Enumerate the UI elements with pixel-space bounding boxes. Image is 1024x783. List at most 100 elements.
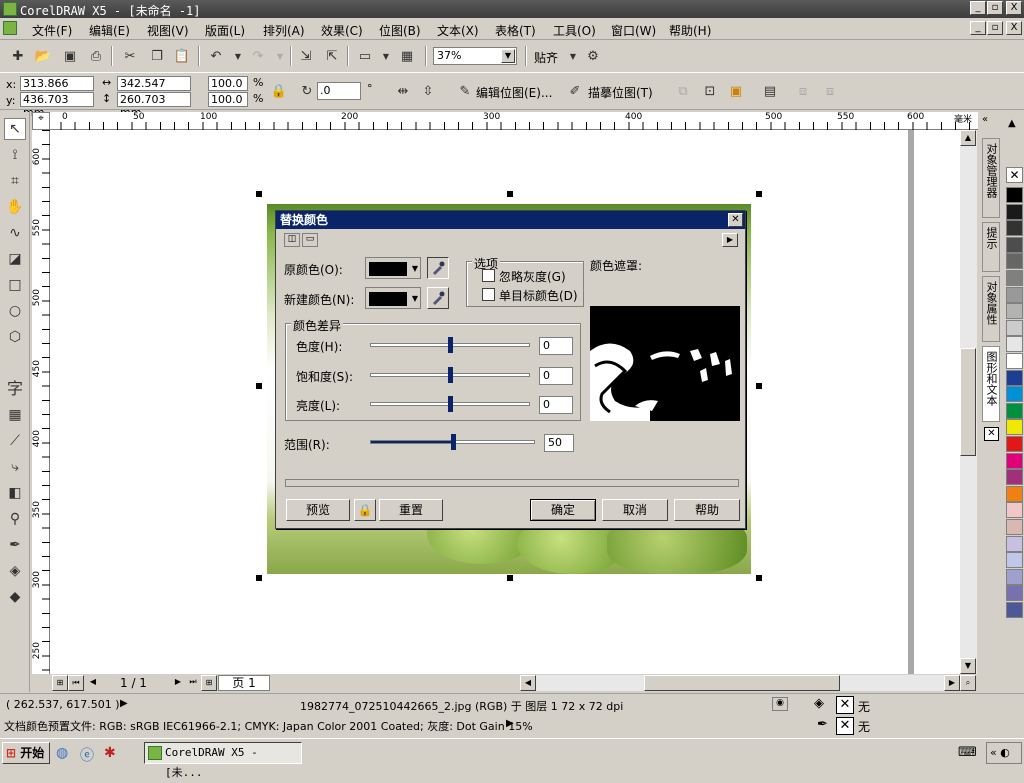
menu-view[interactable]: 视图(V) [147, 22, 189, 39]
keyboard-tray-icon[interactable]: ⌨ [958, 745, 977, 760]
pan-tool-icon[interactable]: ✋ [4, 196, 26, 218]
palette-swatch[interactable] [1006, 452, 1023, 469]
quicklaunch-ie-icon[interactable]: ⓔ [80, 745, 94, 765]
maximize-button[interactable]: ▫ [987, 1, 1003, 15]
fill-none-swatch[interactable]: ✕ [836, 696, 854, 714]
trace-bitmap-button[interactable]: 描摹位图(T) [588, 84, 653, 101]
palette-swatch[interactable] [1006, 386, 1023, 403]
table-tool-icon[interactable]: ▦ [4, 404, 26, 426]
doc-close-button[interactable]: X [1006, 21, 1022, 35]
quicklaunch-browser-icon[interactable]: ◍ [56, 745, 68, 761]
width-field[interactable]: 342.547 mm [117, 76, 191, 103]
palette-swatch[interactable] [1006, 519, 1023, 535]
selection-handle[interactable] [507, 575, 513, 581]
no-fill-swatch[interactable]: ✕ [1006, 167, 1023, 183]
close-docker-icon[interactable]: ✕ [984, 427, 999, 441]
last-page-icon[interactable]: ⏭ [185, 675, 201, 691]
menu-arrange[interactable]: 排列(A) [263, 22, 305, 39]
selection-handle[interactable] [756, 191, 762, 197]
selection-handle[interactable] [256, 383, 262, 389]
ignore-gray-checkbox[interactable] [482, 269, 495, 282]
menu-effects[interactable]: 效果(C) [321, 22, 363, 39]
first-page-icon[interactable]: ⏮ [68, 675, 84, 691]
interactive-fill-icon[interactable]: ◆ [4, 586, 26, 608]
ignore-gray-label[interactable]: 忽略灰度(G) [499, 268, 566, 285]
add-page-after-icon[interactable]: ⊞ [201, 675, 217, 691]
palette-swatch[interactable] [1006, 402, 1023, 419]
wrap-text-icon[interactable]: ▤ [760, 81, 780, 101]
paste-icon[interactable]: 📋 [172, 46, 192, 66]
slider-thumb[interactable] [448, 367, 453, 383]
x-position-field[interactable]: 313.866 mm [20, 76, 94, 103]
menu-help[interactable]: 帮助(H) [669, 22, 711, 39]
menu-bitmaps[interactable]: 位图(B) [379, 22, 421, 39]
ok-button[interactable]: 确定 [530, 499, 596, 521]
slider-thumb[interactable] [451, 434, 456, 450]
outline-tool-icon[interactable]: ✒ [4, 534, 26, 556]
shape-tool-icon[interactable]: ⟟ [4, 144, 26, 166]
palette-swatch[interactable] [1006, 585, 1023, 602]
palette-swatch[interactable] [1006, 369, 1023, 386]
blend-tool-icon[interactable]: ◧ [4, 482, 26, 504]
palette-swatch[interactable] [1006, 469, 1023, 486]
launcher-dropdown-icon[interactable]: ▼ [376, 46, 396, 66]
docker-tab-graphics-text[interactable]: 图形和文本 [982, 346, 1000, 422]
mirror-horizontal-icon[interactable]: ⇹ [393, 81, 413, 101]
scroll-up-icon[interactable]: ▲ [960, 130, 976, 146]
cut-icon[interactable]: ✂ [120, 46, 140, 66]
menu-edit[interactable]: 编辑(E) [89, 22, 130, 39]
palette-swatch[interactable] [1006, 535, 1023, 552]
freehand-tool-icon[interactable]: ∿ [4, 222, 26, 244]
new-document-icon[interactable]: ✚ [8, 46, 28, 66]
connector-tool-icon[interactable]: ⤷ [4, 456, 26, 478]
palette-swatch[interactable] [1006, 502, 1023, 519]
palette-swatch[interactable] [1006, 270, 1023, 286]
selection-handle[interactable] [756, 383, 762, 389]
height-field[interactable]: 260.703 mm [117, 92, 191, 119]
palette-swatch[interactable] [1006, 419, 1023, 436]
tray-expand-icon[interactable]: « ◐ [986, 742, 1022, 764]
save-icon[interactable]: ▣ [60, 46, 80, 66]
open-folder-icon[interactable]: 📂 [33, 46, 53, 66]
prev-page-icon[interactable]: ◀ [85, 675, 101, 691]
menu-layout[interactable]: 版面(L) [205, 22, 245, 39]
slider-thumb[interactable] [448, 337, 453, 353]
cancel-button[interactable]: 取消 [602, 499, 668, 521]
lock-preview-icon[interactable]: 🔒 [354, 499, 376, 521]
palette-swatch[interactable] [1006, 602, 1023, 618]
original-color-picker[interactable]: ▼ [365, 257, 421, 279]
bitmap-color-mask-icon[interactable]: ▣ [726, 81, 746, 101]
horizontal-scrollbar[interactable]: ◀ ▶ [520, 675, 960, 691]
outline-none-swatch[interactable]: ✕ [836, 717, 854, 735]
page-tab[interactable]: 页 1 [218, 675, 270, 691]
zoom-level-dropdown[interactable]: 37% ▼ [433, 47, 517, 65]
saturation-value-field[interactable]: 0 [539, 367, 573, 385]
collapse-dockers-icon[interactable]: « [982, 114, 988, 125]
scroll-thumb[interactable] [960, 348, 976, 456]
snap-to-label[interactable]: 贴齐 [534, 49, 558, 66]
quicklaunch-app-icon[interactable]: ✱ [104, 745, 116, 761]
selection-handle[interactable] [256, 191, 262, 197]
fill-tool-icon[interactable]: ◈ [4, 560, 26, 582]
pick-tool-icon[interactable]: ↖ [4, 118, 26, 140]
import-icon[interactable]: ⇲ [296, 46, 316, 66]
close-window-button[interactable]: X [1006, 1, 1022, 15]
doc-restore-button[interactable]: ▫ [987, 21, 1003, 35]
navigator-icon[interactable]: ⌕ [960, 675, 976, 691]
menu-tools[interactable]: 工具(O) [553, 22, 596, 39]
rotation-field[interactable]: .0 [317, 82, 361, 100]
slider-thumb[interactable] [448, 396, 453, 412]
menu-text[interactable]: 文本(X) [437, 22, 479, 39]
dialog-close-icon[interactable]: ✕ [728, 213, 743, 227]
scale-height-field[interactable]: 100.0 [208, 92, 248, 107]
mirror-vertical-icon[interactable]: ⇳ [418, 81, 438, 101]
docker-tab-object-manager[interactable]: 对象管理器 [982, 138, 1000, 218]
preview-button[interactable]: 预览 [286, 499, 350, 521]
profile-expand-icon[interactable]: ▶ [506, 718, 514, 729]
print-icon[interactable]: ⎙ [86, 46, 106, 66]
saturation-slider[interactable] [370, 367, 530, 383]
scroll-right-icon[interactable]: ▶ [944, 675, 960, 691]
palette-swatch[interactable] [1006, 236, 1023, 253]
scroll-thumb[interactable] [644, 675, 840, 691]
y-position-field[interactable]: 436.703 mm [20, 92, 94, 119]
